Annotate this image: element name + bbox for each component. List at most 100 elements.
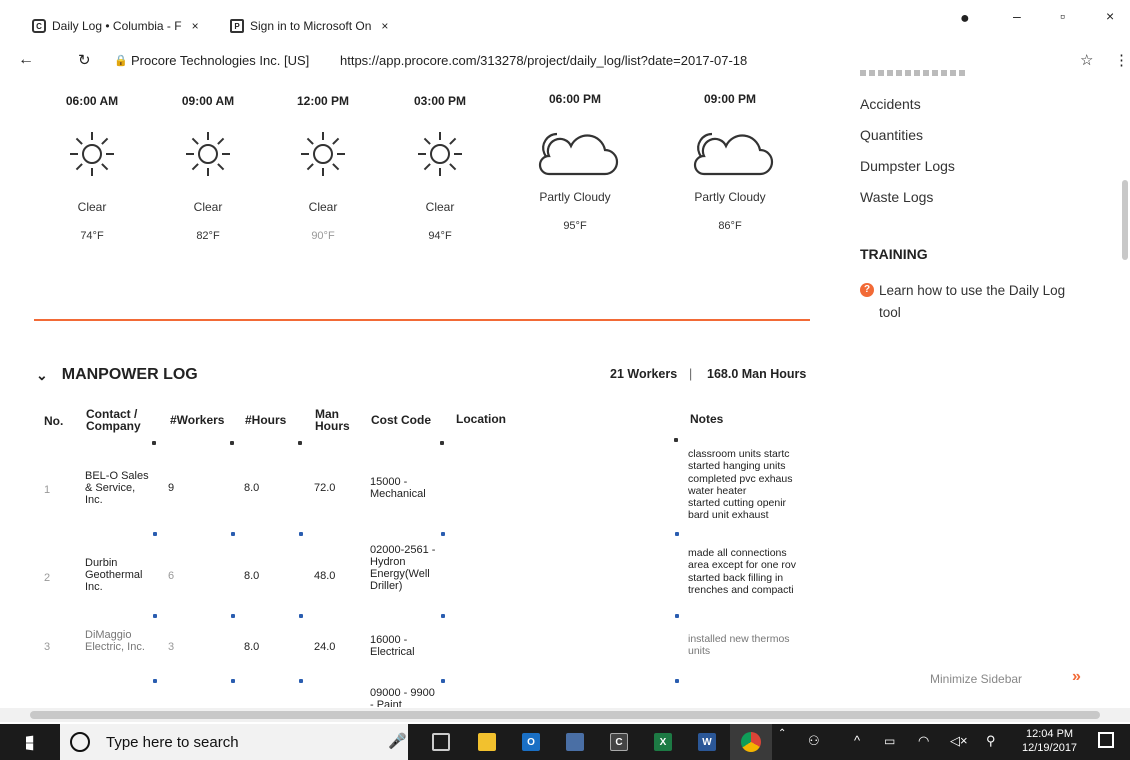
notification-icon[interactable] [1098, 732, 1114, 748]
edit-marker[interactable] [441, 532, 445, 536]
chevron-down-icon: ⌄ [36, 366, 48, 383]
double-chevron-right-icon[interactable]: » [1072, 668, 1081, 686]
sort-icon[interactable] [230, 441, 234, 445]
close-window-button[interactable]: × [1106, 8, 1114, 24]
edit-marker[interactable] [441, 614, 445, 618]
weather-column: 09:00 AM Clear 82°F [153, 94, 263, 242]
sidebar-scrollbar[interactable] [1122, 180, 1128, 260]
reload-icon[interactable]: ↻ [78, 51, 91, 69]
sort-icon[interactable] [152, 441, 156, 445]
col-header-hours[interactable]: #Hours [245, 414, 286, 426]
volume-muted-icon[interactable]: ◁× [950, 733, 968, 749]
chrome-taskbar-button[interactable] [730, 724, 772, 760]
minimize-window-button[interactable]: – [1013, 8, 1021, 24]
restore-window-button[interactable]: ▫ [1060, 8, 1065, 24]
edit-marker[interactable] [299, 614, 303, 618]
col-header-cost-code[interactable]: Cost Code [371, 414, 431, 426]
row-workers[interactable]: 9 [168, 482, 174, 494]
row-notes[interactable]: made all connections area except for one… [688, 547, 812, 596]
sidebar-link-quantities[interactable]: Quantities [860, 127, 923, 143]
sidebar-link-waste-logs[interactable]: Waste Logs [860, 189, 933, 205]
edit-marker[interactable] [299, 532, 303, 536]
outlook-icon[interactable]: O [522, 733, 540, 751]
manpower-log-toggle[interactable]: ⌄ MANPOWER LOG [36, 366, 198, 384]
sort-icon[interactable] [440, 441, 444, 445]
weather-time: 09:00 AM [181, 94, 235, 108]
scrollbar-thumb[interactable] [30, 711, 1100, 719]
sort-icon[interactable] [298, 441, 302, 445]
row-hours[interactable]: 8.0 [244, 482, 259, 494]
row-workers[interactable]: 3 [168, 641, 174, 653]
row-number: 1 [44, 484, 51, 496]
note-line: completed pvc exhaus [688, 472, 793, 485]
bookmark-star-icon[interactable]: ☆ [1080, 51, 1093, 69]
account-icon[interactable]: ● [960, 10, 970, 28]
menu-icon[interactable]: ⋮ [1114, 51, 1129, 69]
word-icon[interactable]: W [698, 733, 716, 751]
taskbar-search-box[interactable]: Type here to search 🎤 [60, 724, 408, 760]
excel-icon[interactable]: X [654, 733, 672, 751]
col-header-location[interactable]: Location [456, 413, 506, 425]
edit-marker[interactable] [153, 532, 157, 536]
weather-time: 12:00 PM [296, 94, 350, 108]
edit-marker[interactable] [231, 614, 235, 618]
weather-condition: Clear [77, 200, 107, 214]
row-hours[interactable]: 8.0 [244, 641, 259, 653]
wifi-icon[interactable]: ◠ [918, 733, 929, 749]
file-explorer-icon[interactable] [478, 733, 496, 751]
edit-marker[interactable] [299, 679, 303, 683]
row-notes[interactable]: classroom units startc started hanging u… [688, 448, 812, 522]
edit-marker[interactable] [675, 679, 679, 683]
network-icon[interactable]: ⚲ [986, 733, 996, 749]
weather-temp: 82°F [196, 230, 220, 242]
row-company[interactable]: DiMaggio Electric, Inc. [85, 629, 155, 653]
horizontal-scrollbar[interactable] [0, 708, 1130, 722]
col-header-company[interactable]: Contact / Company [86, 408, 146, 432]
sidebar-link-dumpster-logs[interactable]: Dumpster Logs [860, 158, 955, 174]
edit-marker[interactable] [231, 532, 235, 536]
tray-chevron-up-icon[interactable]: ^ [854, 733, 860, 748]
moon-cloud-icon [675, 122, 785, 182]
weather-temp: 95°F [563, 220, 587, 232]
task-view-icon[interactable] [432, 733, 450, 751]
edit-marker[interactable] [153, 679, 157, 683]
tab-label: Sign in to Microsoft On [250, 19, 372, 33]
tab-microsoft-signin[interactable]: P Sign in to Microsoft On × [230, 12, 388, 40]
minimize-sidebar-button[interactable]: Minimize Sidebar [930, 672, 1022, 686]
training-link[interactable]: Learn how to use the Daily Log tool [879, 280, 1089, 324]
site-identity: Procore Technologies Inc. [US] [131, 52, 310, 68]
edit-marker[interactable] [153, 614, 157, 618]
weather-time: 09:00 PM [703, 92, 757, 106]
tab-daily-log[interactable]: C Daily Log • Columbia - F × [32, 12, 199, 40]
weather-temp: 94°F [428, 230, 452, 242]
man-hours-summary: 168.0 Man Hours [707, 367, 807, 381]
address-bar[interactable]: https://app.procore.com/313278/project/d… [340, 53, 810, 68]
row-cost-code[interactable]: 02000-2561 - Hydron Energy(Well Driller) [370, 544, 442, 592]
microphone-icon[interactable]: 🎤 [388, 732, 407, 750]
clock[interactable]: 12:04 PM 12/19/2017 [1022, 727, 1077, 755]
weather-column: 12:00 PM Clear 90°F [268, 94, 378, 242]
edit-marker[interactable] [231, 679, 235, 683]
edit-marker[interactable] [675, 614, 679, 618]
row-company[interactable]: Durbin Geothermal Inc. [85, 557, 155, 593]
edit-marker[interactable] [675, 532, 679, 536]
row-hours[interactable]: 8.0 [244, 570, 259, 582]
close-icon[interactable]: × [381, 19, 388, 33]
sidebar-link-accidents[interactable]: Accidents [860, 96, 921, 112]
row-cost-code[interactable]: 16000 - Electrical [370, 634, 440, 658]
procore-app-icon[interactable]: C [610, 733, 628, 751]
remote-desktop-icon[interactable] [566, 733, 584, 751]
row-notes[interactable]: installed new thermos units [688, 633, 812, 658]
battery-icon[interactable]: ▭ [884, 734, 895, 748]
back-icon[interactable]: ← [18, 51, 34, 69]
edit-marker[interactable] [441, 679, 445, 683]
close-icon[interactable]: × [192, 19, 199, 33]
col-header-workers[interactable]: #Workers [170, 414, 224, 426]
row-cost-code[interactable]: 15000 - Mechanical [370, 476, 440, 500]
row-cost-code[interactable]: 09000 - 9900 - Paint [370, 687, 440, 707]
row-company[interactable]: BEL-O Sales & Service, Inc. [85, 470, 155, 506]
sort-icon[interactable] [674, 438, 678, 442]
row-workers[interactable]: 6 [168, 570, 174, 582]
chevron-up-icon[interactable]: ⌃ [778, 728, 786, 739]
people-icon[interactable]: ⚇ [808, 733, 820, 749]
